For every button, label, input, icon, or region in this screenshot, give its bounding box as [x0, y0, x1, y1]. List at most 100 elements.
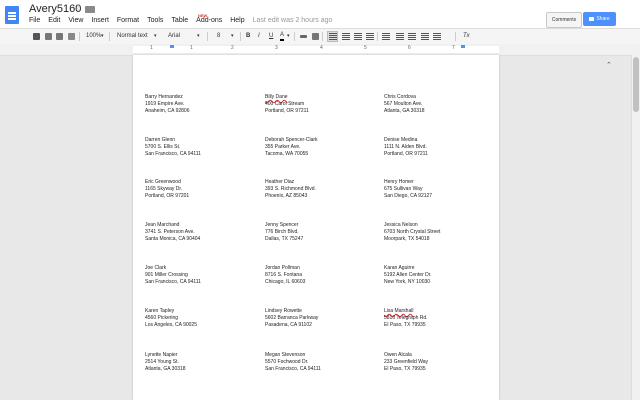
justify-icon[interactable] — [366, 33, 374, 40]
address-label[interactable]: Karen Tapley 4560 Pickering Los Angeles, C… — [145, 308, 197, 328]
menu-addons[interactable]: Add-ons — [196, 17, 222, 24]
print-icon[interactable] — [33, 33, 40, 40]
text-color-button[interactable]: A — [280, 32, 285, 41]
share-button[interactable]: Share — [583, 12, 616, 26]
address-label[interactable]: Jessica Nelson 6703 North Crystal Street M… — [384, 222, 440, 242]
address-label[interactable]: Karan Aguirre 5192 Allen Center Dr. New Yo… — [384, 265, 432, 285]
label-city: Portland, OR 97201 — [145, 192, 190, 199]
lock-icon — [589, 16, 595, 21]
label-name: Karen Tapley — [145, 308, 175, 314]
address-label[interactable]: Eric Greenwood 1165 Skyway Dr. Portland, O… — [145, 179, 189, 199]
address-label[interactable]: Billy Dane 400 Carol Stream Portland, OR 9… — [265, 94, 309, 114]
paint-format-icon[interactable] — [68, 33, 75, 40]
label-name: Billy Dane — [265, 94, 288, 100]
label-city: Moorpark, TX 54018 — [384, 235, 430, 242]
bulleted-list-icon[interactable] — [408, 33, 416, 40]
star-icon[interactable]: ☆ — [72, 3, 81, 14]
collapse-menu-icon[interactable]: ⌃ — [606, 61, 612, 69]
label-street: 1165 Skyway Dr. — [145, 185, 183, 192]
label-city: San Francisco, CA 94111 — [265, 365, 321, 372]
ruler-number: 6 — [408, 45, 411, 51]
right-indent-marker[interactable] — [461, 45, 465, 48]
decrease-indent-icon[interactable] — [421, 33, 429, 40]
label-name: Denise Medina — [384, 137, 418, 143]
vertical-scrollbar[interactable] — [631, 55, 640, 400]
address-label[interactable]: Jean Marchand 3741 S. Peterson Ave. Santa … — [145, 222, 200, 242]
address-label[interactable]: Lindsey Rowette 5602 Barranca Parkway Pasa… — [265, 308, 318, 328]
docs-home-icon[interactable] — [5, 6, 19, 24]
menu-view[interactable]: View — [68, 17, 83, 24]
label-street: 1919 Empire Ave. — [145, 100, 185, 107]
redo-icon[interactable] — [56, 33, 63, 40]
ruler-number: 1 — [190, 45, 193, 51]
menu-tools[interactable]: Tools — [147, 17, 163, 24]
font-dropdown-icon[interactable]: ▾ — [197, 32, 200, 41]
share-label: Share — [596, 16, 610, 22]
bold-button[interactable]: B — [246, 32, 250, 41]
address-label[interactable]: Lisa Marshall 5810 Telegraph Rd. El Paso, … — [384, 308, 428, 328]
style-select[interactable]: Normal text — [117, 32, 148, 41]
label-street: 776 Birch Blvd. — [265, 228, 299, 235]
address-label[interactable]: Megan Stevenson 5570 Fochwood Dr. San Fran… — [265, 352, 321, 372]
menu-help[interactable]: Help — [230, 17, 244, 24]
font-select[interactable]: Arial — [168, 32, 180, 41]
clear-formatting-icon[interactable]: Tx — [463, 32, 470, 41]
label-city: San Francisco, CA 94111 — [145, 150, 201, 157]
address-label[interactable]: Barry Hernandez 1919 Empire Ave. Anaheim, … — [145, 94, 189, 114]
menu-insert[interactable]: Insert — [91, 17, 109, 24]
comment-icon[interactable] — [312, 33, 319, 40]
label-city: El Paso, TX 79935 — [384, 365, 426, 372]
link-icon[interactable] — [300, 35, 307, 38]
label-name: Darren Glenn — [145, 137, 176, 143]
style-dropdown-icon[interactable]: ▾ — [154, 32, 157, 41]
size-dropdown-icon[interactable]: ▾ — [231, 32, 234, 41]
undo-icon[interactable] — [45, 33, 52, 40]
address-label[interactable]: Henry Homer 675 Sullivan Way San Diego, CA… — [384, 179, 432, 199]
text-color-dropdown-icon[interactable]: ▾ — [287, 32, 290, 41]
menu-edit[interactable]: Edit — [48, 17, 60, 24]
zoom-select[interactable]: 100% — [86, 32, 101, 41]
menu-table[interactable]: Table — [171, 17, 188, 24]
label-name: Jenny Spencer — [265, 222, 299, 228]
menu-format[interactable]: Format — [117, 17, 139, 24]
address-label[interactable]: Owen Alcala 233 Greenfield Way El Paso, TX… — [384, 352, 428, 372]
label-street: 4560 Pickering — [145, 314, 179, 321]
label-name: Heather Diaz — [265, 179, 295, 185]
align-right-icon[interactable] — [354, 33, 362, 40]
address-label[interactable]: Denise Medina 1111 N. Alden Blvd. Portland… — [384, 137, 428, 157]
increase-indent-icon[interactable] — [433, 33, 441, 40]
line-spacing-icon[interactable] — [382, 33, 390, 40]
label-name: Henry Homer — [384, 179, 414, 185]
zoom-dropdown-icon[interactable]: ▾ — [101, 32, 104, 41]
document-page[interactable]: Barry Hernandez 1919 Empire Ave. Anaheim, … — [133, 55, 499, 400]
address-label[interactable]: Chris Cordova 567 Moulton Ave. Atlanta, GA… — [384, 94, 425, 114]
underline-button[interactable]: U — [269, 32, 273, 41]
label-name: Jordan Pollman — [265, 265, 300, 271]
scrollbar-thumb[interactable] — [633, 57, 639, 112]
align-center-icon[interactable] — [342, 33, 350, 40]
label-city: Dallas, TX 75247 — [265, 235, 304, 242]
numbered-list-icon[interactable] — [396, 33, 404, 40]
last-edit-status[interactable]: Last edit was 2 hours ago — [253, 17, 333, 24]
folder-icon[interactable] — [85, 6, 95, 13]
left-indent-marker[interactable] — [170, 45, 174, 48]
label-city: San Francisco, CA 94111 — [145, 278, 201, 285]
menu-file[interactable]: File — [29, 17, 40, 24]
label-street: 5602 Barranca Parkway — [265, 314, 319, 321]
comments-button[interactable]: Comments — [546, 12, 582, 28]
address-label[interactable]: Darren Glenn 5700 S. Ellis St. San Francis… — [145, 137, 201, 157]
address-label[interactable]: Lynette Napier 2514 Young St. Atlanta, GA … — [145, 352, 186, 372]
label-street: 1111 N. Alden Blvd. — [384, 143, 427, 150]
address-label[interactable]: Heather Diaz 393 S. Richmond Blvd. Phoenix… — [265, 179, 316, 199]
font-size-select[interactable]: 8 — [217, 32, 220, 41]
address-label[interactable]: Jordan Pollman 8716 S. Fontana Chicago, IL… — [265, 265, 305, 285]
address-label[interactable]: Jenny Spencer 776 Birch Blvd. Dallas, TX 7… — [265, 222, 303, 242]
address-label[interactable]: Deborah Spencer-Clark 355 Parker Ave. Taco… — [265, 137, 318, 157]
label-city: Atlanta, GA 30318 — [384, 107, 425, 114]
italic-button[interactable]: I — [258, 32, 260, 41]
label-city: Los Angeles, CA 90025 — [145, 321, 197, 328]
ruler-track — [133, 46, 499, 53]
label-street: 355 Parker Ave. — [265, 143, 301, 150]
address-label[interactable]: Joe Clark 901 Miller Crossing San Francisc… — [145, 265, 201, 285]
label-street: 2514 Young St. — [145, 358, 179, 365]
